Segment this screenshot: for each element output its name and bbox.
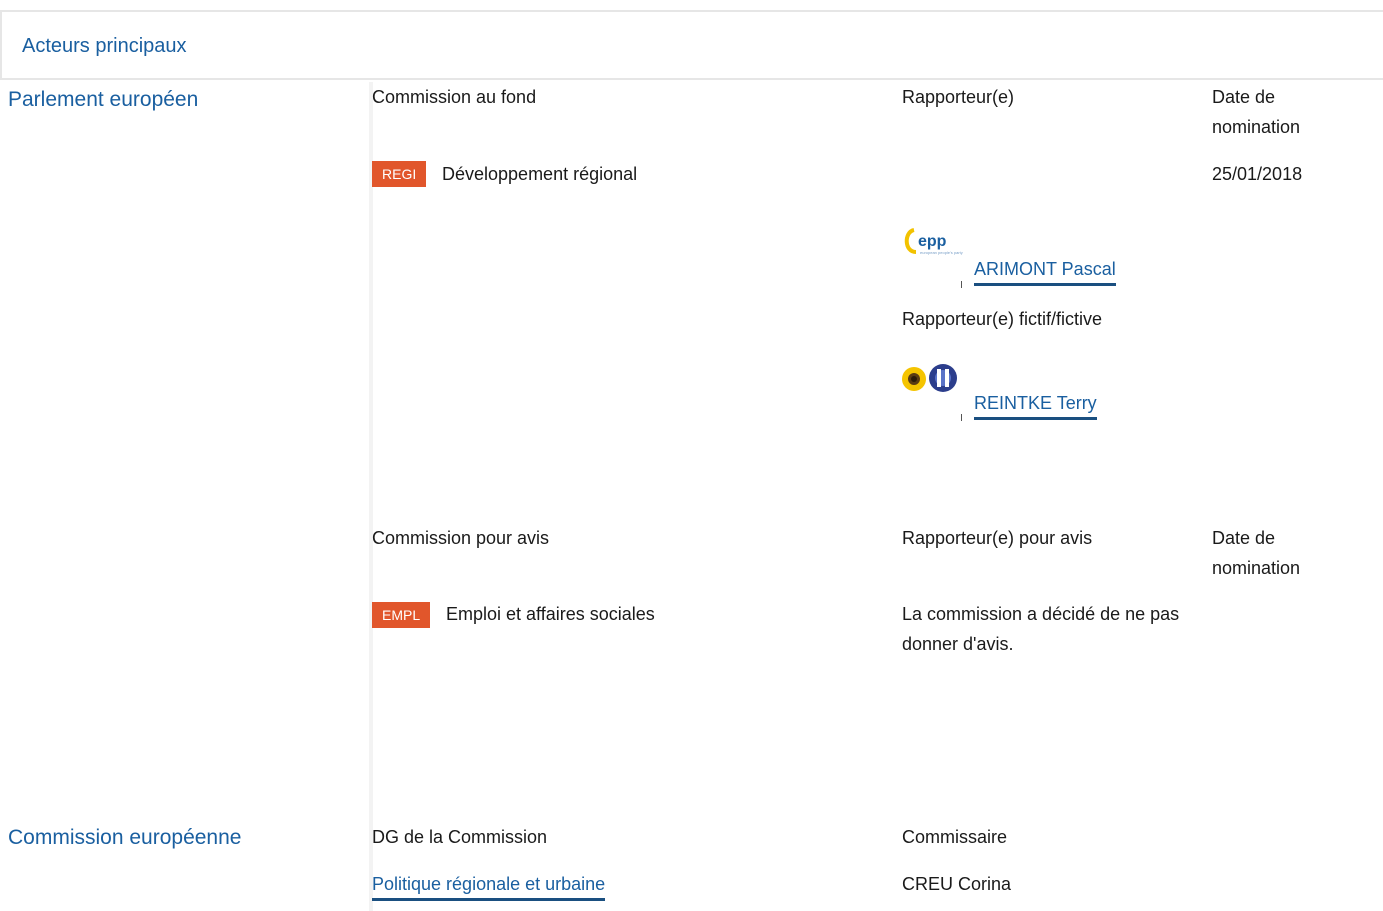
lead-committee-name: Développement régional	[442, 164, 638, 184]
greens-efa-logo-icon	[898, 362, 960, 398]
section-title: Acteurs principaux	[22, 35, 187, 57]
svg-text:european people's party: european people's party	[920, 250, 963, 255]
lead-nomination-date: 25/01/2018	[1212, 164, 1303, 184]
shadow-rapporteur-header: Rapporteur(e) fictif/fictive	[902, 309, 1103, 329]
committee-badge-empl[interactable]: EMPL	[372, 602, 431, 628]
link-marker	[961, 414, 962, 421]
opinion-date-header: Date de nomination	[1212, 528, 1301, 578]
opinion-rapporteur-header: Rapporteur(e) pour avis	[902, 528, 1093, 548]
link-marker	[961, 281, 962, 288]
dg-header: DG de la Commission	[372, 827, 548, 847]
lead-committee-header: Commission au fond	[372, 87, 537, 107]
committee-badge-regi[interactable]: REGI	[372, 161, 427, 187]
opinion-committee-header: Commission pour avis	[372, 528, 550, 548]
actor-commission-label: Commission européenne	[8, 826, 242, 849]
epp-logo-icon: epp european people's party	[900, 218, 964, 268]
section-header	[0, 10, 1383, 80]
opinion-committee-name: Emploi et affaires sociales	[446, 604, 655, 624]
lead-rapporteur-header: Rapporteur(e)	[902, 87, 1015, 107]
column-divider	[369, 82, 373, 911]
actor-parliament-label: Parlement européen	[8, 88, 199, 111]
rapporteur-link-arimont[interactable]: ARIMONT Pascal	[974, 257, 1116, 286]
commissioner-header: Commissaire	[902, 827, 1008, 847]
commissioner-name: CREU Corina	[902, 874, 1012, 894]
svg-text:epp: epp	[918, 233, 947, 250]
opinion-decision: La commission a décidé de ne pas donner …	[902, 604, 1180, 654]
lead-date-header: Date de nomination	[1212, 87, 1301, 137]
dg-link-regio[interactable]: Politique régionale et urbaine	[372, 872, 606, 901]
shadow-link-reintke[interactable]: REINTKE Terry	[974, 391, 1097, 420]
